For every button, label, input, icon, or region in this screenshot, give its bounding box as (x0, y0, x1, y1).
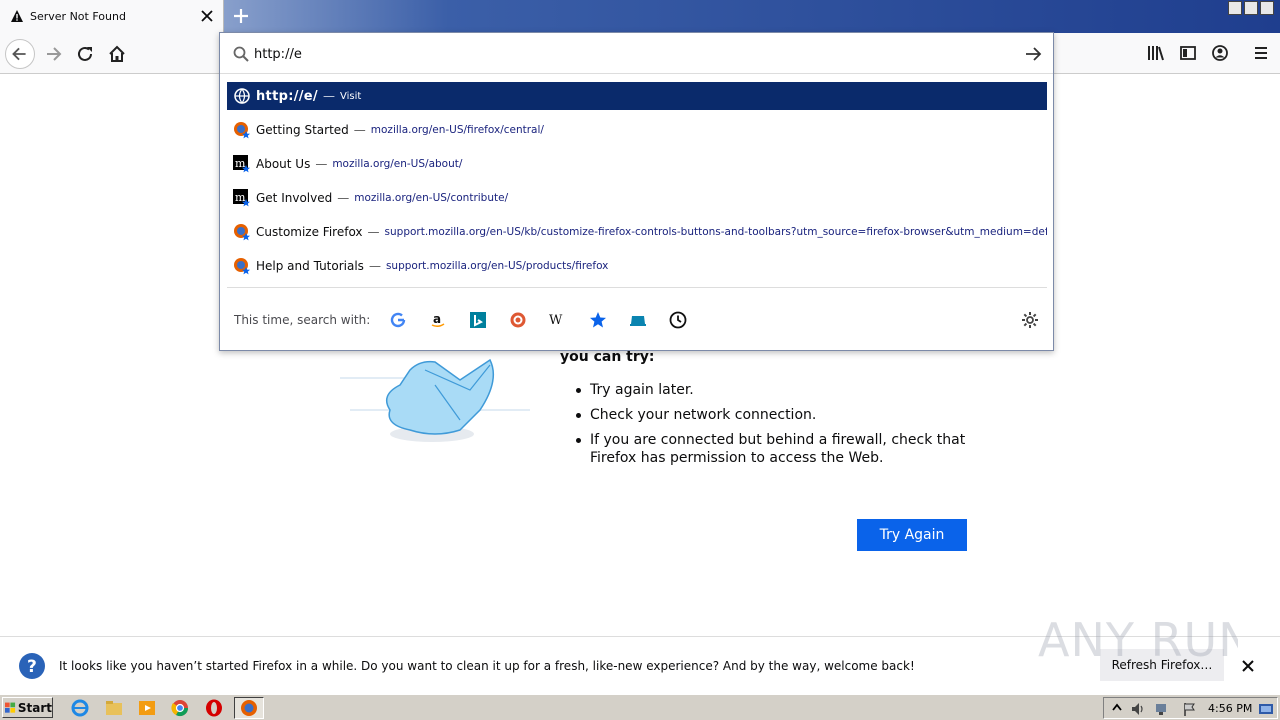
suggestion-row-customize-firefox[interactable]: Customize Firefox — support.mozilla.org/… (227, 218, 1047, 246)
account-icon[interactable] (1210, 43, 1230, 63)
close-window-button[interactable] (1260, 1, 1274, 15)
volume-icon[interactable] (1130, 701, 1146, 717)
suggestion-url: support.mozilla.org/en-US/products/firef… (385, 260, 609, 272)
tabs-icon[interactable] (628, 310, 648, 330)
tab-strip: Server Not Found (0, 0, 1280, 33)
network-icon[interactable] (1154, 701, 1170, 717)
url-bar (220, 33, 1053, 74)
suggestion-action: Visit (339, 90, 362, 102)
tip-item: If you are connected but behind a firewa… (576, 431, 976, 467)
start-label: Start (17, 700, 52, 715)
menu-icon[interactable] (1251, 43, 1271, 63)
firefox-bookmark-icon (234, 122, 250, 139)
svg-text:W: W (549, 313, 563, 328)
suggestion-row-getting-started[interactable]: Getting Started — mozilla.org/en-US/fire… (227, 116, 1047, 144)
suggestion-url: support.mozilla.org/en-US/kb/customize-f… (384, 226, 1047, 238)
close-icon[interactable] (1240, 658, 1256, 674)
url-dropdown-panel: http://e/ — Visit Getting Started — mozi… (219, 32, 1054, 351)
notification-icon[interactable] (1258, 701, 1274, 717)
suggestion-title: Customize Firefox (256, 225, 363, 239)
bing-icon[interactable] (468, 310, 488, 330)
firefox-icon (241, 700, 257, 716)
tips-list: Try again later. Check your network conn… (576, 381, 976, 474)
search-icon (233, 46, 249, 62)
sidebar-icon[interactable] (1178, 43, 1198, 63)
url-input[interactable] (254, 43, 1014, 65)
mozilla-bookmark-icon: m (233, 155, 250, 173)
home-button[interactable] (102, 39, 132, 69)
suggestion-title: Get Involved (256, 191, 333, 205)
suggestion-title: Help and Tutorials (256, 259, 364, 273)
divider (227, 287, 1047, 288)
notification-bar: ? It looks like you haven’t started Fire… (0, 636, 1280, 694)
firefox-bookmark-icon (234, 224, 250, 241)
globe-icon (234, 88, 250, 105)
error-dinosaur-illustration (340, 358, 530, 442)
restore-button[interactable] (1244, 1, 1258, 15)
google-icon[interactable] (388, 310, 408, 330)
duckduckgo-icon[interactable] (508, 310, 528, 330)
windows-logo-icon (5, 702, 16, 713)
try-again-button[interactable]: Try Again (857, 519, 967, 551)
new-tab-button[interactable] (230, 5, 252, 27)
suggestion-title: About Us (256, 157, 311, 171)
history-clock-icon[interactable] (668, 310, 688, 330)
gear-icon[interactable] (1020, 310, 1040, 330)
amazon-icon[interactable]: a (428, 310, 448, 330)
notification-message: It looks like you haven’t started Firefo… (59, 659, 915, 673)
wikipedia-icon[interactable]: W (548, 310, 568, 330)
taskbar: Start 4:56 PM (0, 694, 1280, 720)
window-controls (1228, 1, 1274, 15)
media-player-icon[interactable] (137, 698, 157, 718)
tab-title: Server Not Found (30, 10, 126, 23)
search-with-label: This time, search with: (234, 313, 371, 327)
close-icon[interactable] (199, 8, 215, 24)
minimize-button[interactable] (1228, 1, 1242, 15)
chrome-icon[interactable] (170, 698, 190, 718)
try-label: you can try: (560, 349, 655, 365)
mozilla-bookmark-icon: m (233, 189, 250, 207)
suggestion-url: mozilla.org/en-US/about/ (332, 158, 463, 170)
suggestion-title: Getting Started (256, 123, 349, 137)
internet-explorer-icon[interactable] (70, 698, 90, 718)
suggestion-row-help-tutorials[interactable]: Help and Tutorials — support.mozilla.org… (227, 252, 1047, 280)
library-icon[interactable] (1146, 43, 1166, 63)
bookmarks-star-icon[interactable] (588, 310, 608, 330)
refresh-firefox-button[interactable]: Refresh Firefox… (1100, 649, 1224, 681)
svg-text:?: ? (27, 657, 37, 677)
reload-button[interactable] (70, 39, 100, 69)
warning-icon (11, 10, 23, 22)
file-explorer-icon[interactable] (104, 698, 124, 718)
suggestion-url: mozilla.org/en-US/contribute/ (354, 192, 509, 204)
question-icon: ? (19, 653, 45, 679)
forward-button[interactable] (38, 39, 68, 69)
tab-server-not-found[interactable]: Server Not Found (0, 0, 224, 33)
back-button[interactable] (5, 39, 35, 69)
suggestion-row-get-involved[interactable]: m Get Involved — mozilla.org/en-US/contr… (227, 184, 1047, 212)
firefox-bookmark-icon (234, 258, 250, 275)
svg-text:a: a (433, 312, 441, 326)
action-center-flag-icon[interactable] (1182, 701, 1198, 717)
start-button[interactable]: Start (2, 697, 53, 718)
tip-item: Try again later. (576, 381, 976, 399)
opera-icon[interactable] (204, 698, 224, 718)
show-hidden-icons-icon[interactable] (1110, 701, 1124, 715)
suggestion-row-about-us[interactable]: m About Us — mozilla.org/en-US/about/ (227, 150, 1047, 178)
clock: 4:56 PM (1208, 702, 1253, 715)
suggestion-row-visit[interactable]: http://e/ — Visit (227, 82, 1047, 110)
suggestion-title: http://e/ (256, 88, 318, 104)
firefox-taskbar-button[interactable] (234, 697, 264, 719)
suggestion-url: mozilla.org/en-US/firefox/central/ (370, 124, 544, 136)
tip-item: Check your network connection. (576, 406, 976, 424)
go-arrow-icon[interactable] (1023, 44, 1043, 64)
